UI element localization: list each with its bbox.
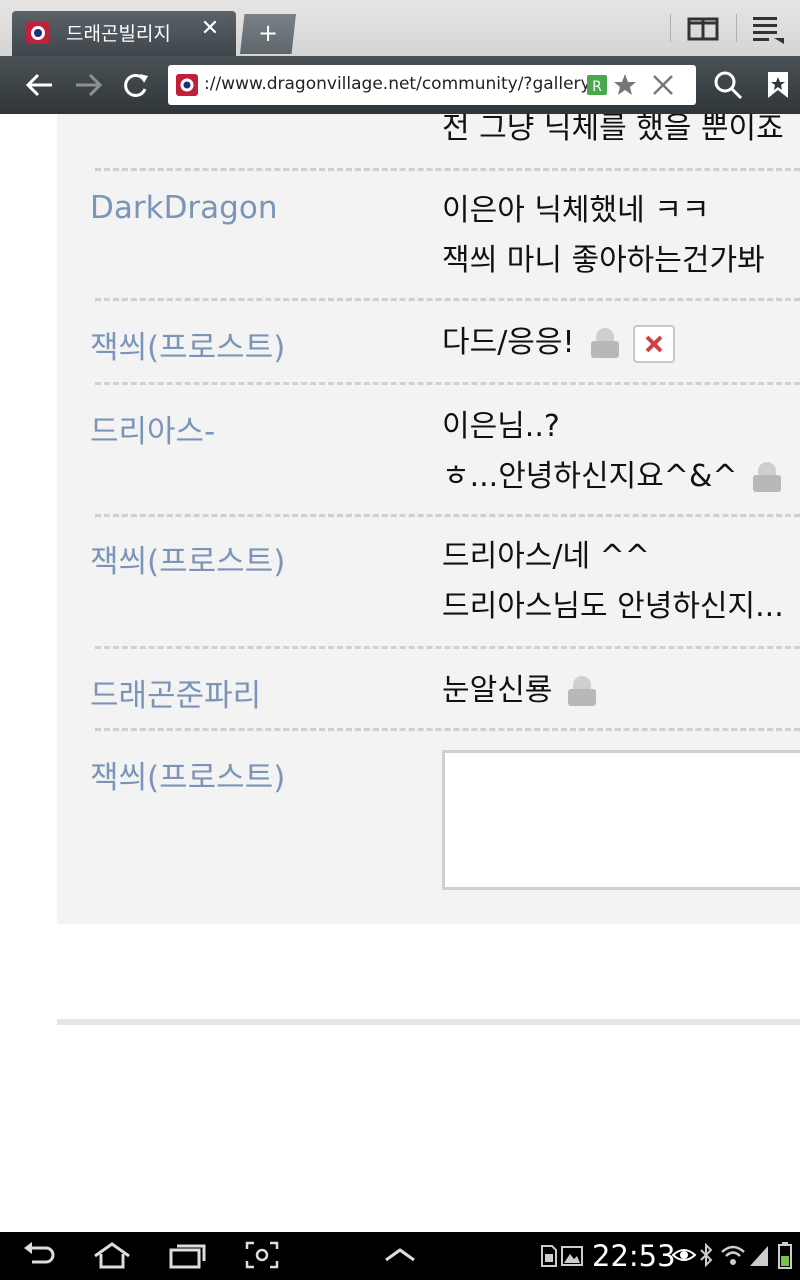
comment-text: 드리아스/네 ^^ <box>442 539 650 574</box>
clear-icon[interactable] <box>650 71 676 99</box>
back-icon[interactable] <box>22 68 58 102</box>
comment-text: 눈알신룡 <box>442 673 553 708</box>
comment-author-link[interactable]: DarkDragon <box>90 190 277 226</box>
comment-author-link[interactable]: 드래곤준파리 <box>90 670 261 715</box>
new-tab-button[interactable]: + <box>240 14 296 54</box>
reply-author-name: 잭씌(프로스트) <box>90 760 286 796</box>
dragonvillage-favicon-icon <box>26 22 50 44</box>
chevron-up-icon[interactable] <box>382 1240 418 1270</box>
comment-text: 다드/응응! <box>442 325 575 360</box>
divider <box>670 14 671 42</box>
bookmarks-icon[interactable] <box>760 68 796 102</box>
reply-input[interactable] <box>442 750 800 890</box>
eye-icon <box>672 1249 696 1261</box>
close-icon[interactable]: ✕ <box>198 17 222 41</box>
url-text[interactable]: ://www.dragonvillage.net/community/?gall… <box>204 74 591 94</box>
system-bar: 22:53 <box>0 1232 800 1280</box>
comment-divider <box>95 382 800 385</box>
image-notification-icon <box>561 1246 583 1266</box>
comment-text: 이은아 닉체했네 ㅋㅋ <box>442 193 710 228</box>
comment-text: ㅎ...안녕하신지요^&^ <box>442 459 738 494</box>
comment-line: 다드/응응! <box>442 318 675 368</box>
bluetooth-icon <box>700 1242 713 1268</box>
browser-tab[interactable]: 드래곤빌리지 ✕ <box>12 11 236 56</box>
signal-icon <box>750 1246 768 1266</box>
comment-author-link[interactable]: 잭씌(프로스트) <box>90 536 285 581</box>
delete-icon[interactable] <box>632 324 675 363</box>
lock-icon <box>753 461 782 492</box>
address-bar[interactable]: ://www.dragonvillage.net/community/?gall… <box>168 65 696 105</box>
sd-card-icon <box>541 1245 557 1267</box>
site-favicon-icon <box>176 74 198 96</box>
forward-icon[interactable] <box>70 68 106 102</box>
divider <box>736 14 737 42</box>
lock-icon <box>568 675 597 706</box>
comment-divider <box>95 646 800 649</box>
reload-icon[interactable] <box>118 68 154 102</box>
screenshot-icon[interactable] <box>244 1240 280 1270</box>
comment-divider <box>95 514 800 517</box>
tab-title: 드래곤빌리지 <box>66 23 171 45</box>
browser-toolbar: ://www.dragonvillage.net/community/?gall… <box>0 56 800 114</box>
lock-icon <box>590 327 619 358</box>
back-nav-icon[interactable] <box>22 1240 56 1270</box>
comment-line: ㅎ...안녕하신지요^&^ <box>442 452 783 502</box>
battery-icon <box>778 1242 792 1269</box>
home-nav-icon[interactable] <box>92 1240 132 1270</box>
menu-icon[interactable] <box>750 14 786 44</box>
comment-author-link[interactable]: 잭씌(프로스트) <box>90 322 285 367</box>
comment-divider <box>95 168 800 171</box>
comment-text: 드리아스님도 안녕하신지... <box>442 589 784 624</box>
comment-text: 잭씌 마니 좋아하는건가봐 <box>442 243 765 278</box>
comment-divider <box>95 298 800 301</box>
extension-icon[interactable]: R <box>584 71 610 99</box>
tab-strip: 드래곤빌리지 ✕ + <box>0 0 800 56</box>
bookmark-star-icon[interactable] <box>612 71 638 99</box>
comment-list: 전 그냥 닉체를 했을 뿐이죠 DarkDragon 이은아 닉체했네 ㅋㅋ 잭… <box>57 114 800 924</box>
comment-author-link[interactable]: 드리아스- <box>90 406 215 451</box>
recent-apps-icon[interactable] <box>168 1240 208 1270</box>
comment-line: 눈알신룡 <box>442 666 598 716</box>
svg-text:R: R <box>592 79 602 95</box>
wifi-icon <box>721 1245 745 1265</box>
comment-divider <box>95 728 800 731</box>
page-divider <box>57 1019 800 1025</box>
comment-text: 전 그냥 닉체를 했을 뿐이죠 <box>442 114 784 146</box>
clock: 22:53 <box>592 1239 676 1273</box>
search-icon[interactable] <box>710 68 746 102</box>
tab-switcher-icon[interactable] <box>686 14 722 44</box>
comment-text: 이은님..? <box>442 409 560 444</box>
